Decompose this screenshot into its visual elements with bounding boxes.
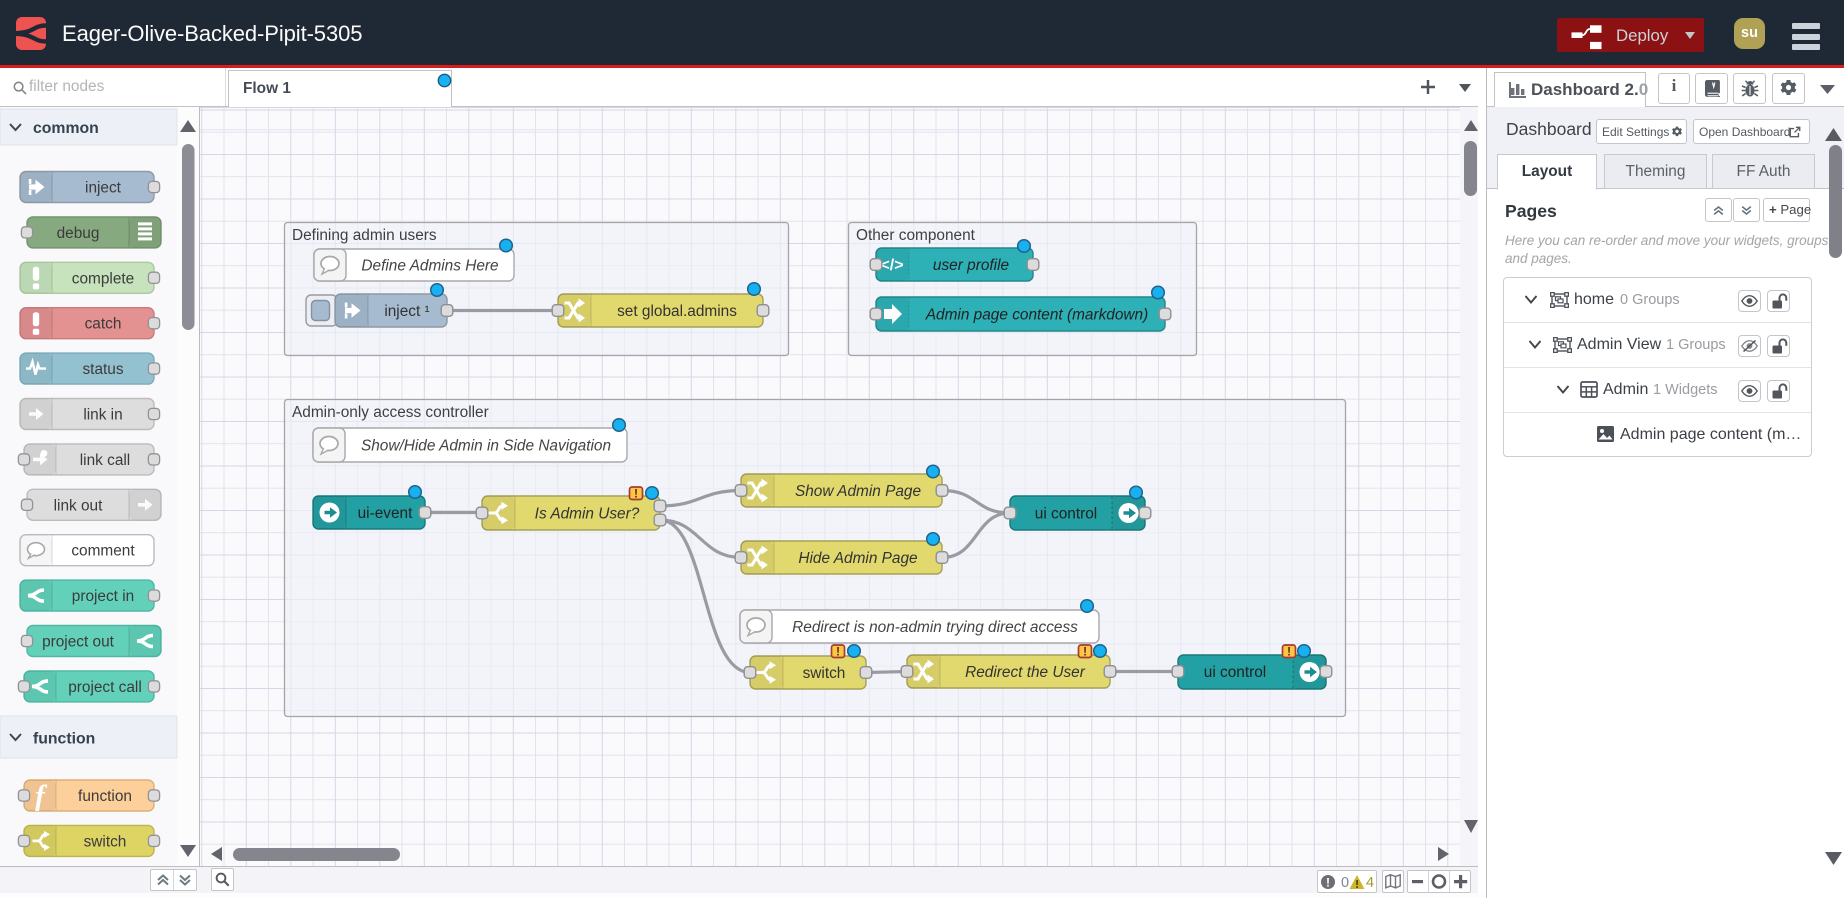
- svg-text:switch: switch: [803, 665, 846, 682]
- svg-text:debug: debug: [57, 225, 100, 242]
- svg-text:project in: project in: [72, 588, 134, 605]
- svg-text:ui control: ui control: [1204, 664, 1266, 681]
- svg-text:Define Admins Here: Define Admins Here: [361, 258, 498, 275]
- svg-text:switch: switch: [84, 833, 127, 850]
- svg-text:ui control: ui control: [1035, 506, 1097, 523]
- svg-text:project out: project out: [42, 634, 115, 651]
- svg-text:link in: link in: [83, 407, 122, 424]
- svg-text:user profile: user profile: [933, 257, 1009, 274]
- svg-text:inject: inject: [85, 180, 122, 197]
- svg-text:link out: link out: [54, 497, 103, 514]
- svg-text:Redirect is non-admin trying d: Redirect is non-admin trying direct acce…: [792, 619, 1078, 636]
- svg-text:!: !: [1326, 876, 1330, 890]
- svg-text:status: status: [82, 361, 123, 378]
- svg-text:ui-event: ui-event: [358, 505, 413, 522]
- svg-text:Other component: Other component: [856, 227, 976, 244]
- svg-text:catch: catch: [85, 316, 122, 333]
- svg-text:inject ¹: inject ¹: [384, 303, 429, 320]
- svg-text:project call: project call: [68, 679, 142, 696]
- svg-text:Hide Admin Page: Hide Admin Page: [798, 550, 917, 567]
- svg-text:Show/Hide Admin in Side Naviga: Show/Hide Admin in Side Navigation: [361, 438, 611, 455]
- svg-text:4: 4: [1366, 875, 1374, 890]
- svg-text:function: function: [33, 731, 95, 748]
- svg-text:Is Admin User?: Is Admin User?: [535, 506, 640, 523]
- svg-text:Redirect the User: Redirect the User: [965, 664, 1086, 681]
- svg-text:complete: complete: [72, 270, 134, 287]
- svg-text:</>: </>: [880, 257, 903, 274]
- svg-text:Show Admin Page: Show Admin Page: [795, 483, 921, 500]
- svg-text:Defining admin users: Defining admin users: [292, 227, 437, 244]
- svg-text:Admin page content (markdown): Admin page content (markdown): [925, 307, 1148, 324]
- svg-text:comment: comment: [71, 543, 135, 560]
- svg-text:link call: link call: [80, 452, 130, 469]
- svg-text:function: function: [78, 788, 132, 805]
- svg-text:set global.admins: set global.admins: [617, 303, 737, 320]
- svg-text:0: 0: [1341, 875, 1349, 890]
- svg-text:common: common: [33, 120, 99, 137]
- svg-text:Admin-only access controller: Admin-only access controller: [292, 404, 489, 421]
